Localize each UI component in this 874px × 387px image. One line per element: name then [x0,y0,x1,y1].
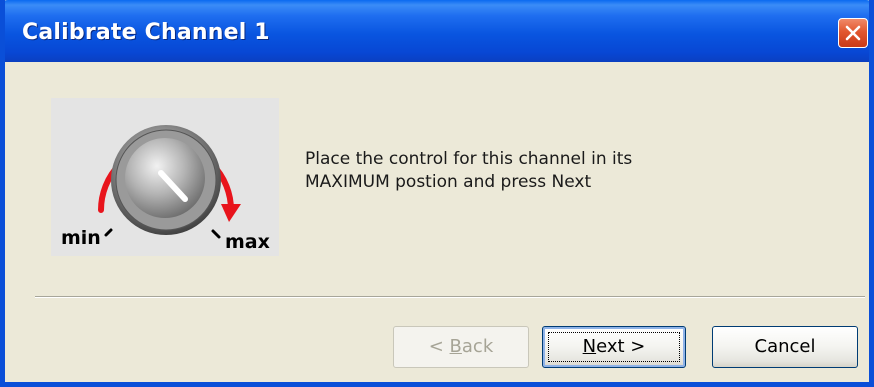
back-button-prefix: < [428,336,450,357]
back-button-mnemonic: B [449,336,462,357]
cancel-button[interactable]: Cancel [712,326,858,368]
close-x-icon [845,25,861,41]
close-button[interactable] [838,18,868,48]
window-title: Calibrate Channel 1 [22,20,270,45]
instruction-text: Place the control for this channel in it… [305,148,632,194]
next-button[interactable]: Next > [542,326,686,368]
back-button-label: ack [461,336,494,357]
rotary-knob-icon: min max [61,125,270,253]
instruction-line-1: Place the control for this channel in it… [305,149,633,169]
title-bar[interactable]: Calibrate Channel 1 [5,0,869,62]
calibrate-dialog: Calibrate Channel 1 min max Place the co… [0,0,874,387]
back-button[interactable]: < Back [393,326,529,368]
max-label: max [225,231,270,253]
knob-illustration: min max [51,98,279,256]
min-label: min [61,227,101,249]
cancel-button-label: Cancel [754,336,816,357]
separator [35,296,865,298]
focus-rectangle [548,332,680,362]
instruction-line-2: MAXIMUM postion and press Next [305,172,592,192]
